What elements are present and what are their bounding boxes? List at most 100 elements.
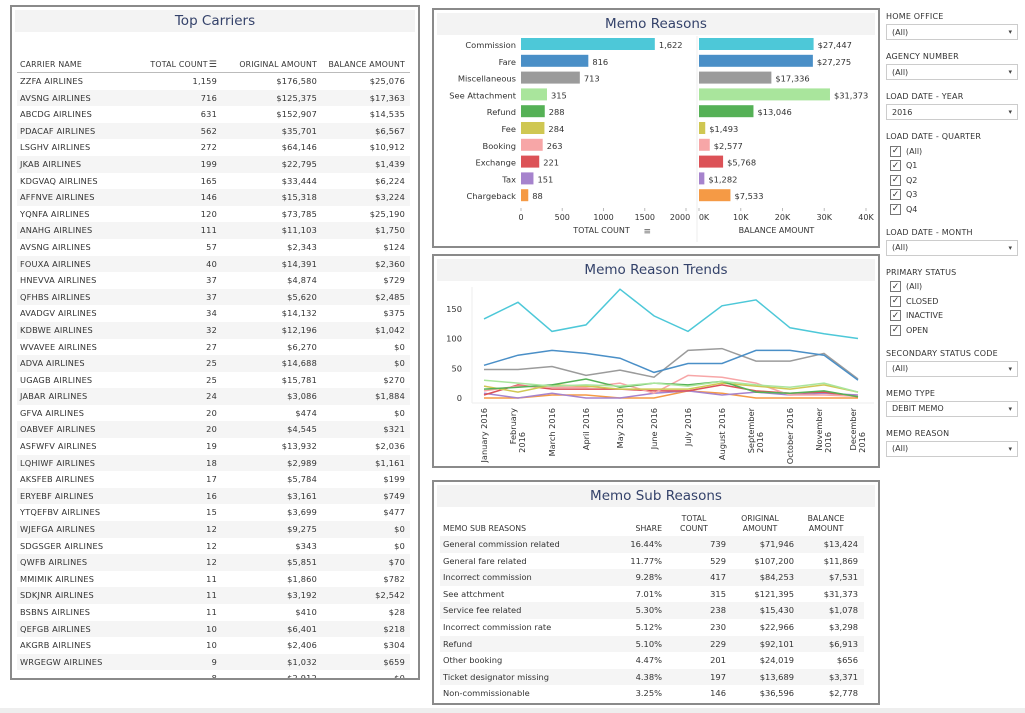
column-header-total-count[interactable]: TOTAL COUNT <box>662 514 726 534</box>
count-bar[interactable] <box>521 71 580 84</box>
table-row[interactable]: 8 $2,912 $0 <box>17 670 410 678</box>
table-row[interactable]: OABVEF AIRLINES 20 $4,545 $321 <box>17 421 410 439</box>
checkbox-checked-icon[interactable]: ✓ <box>890 310 901 322</box>
balance-bar[interactable] <box>699 138 710 151</box>
series-line-commission[interactable] <box>483 288 859 340</box>
table-row[interactable]: JKAB AIRLINES 199 $22,795 $1,439 <box>17 155 410 173</box>
checkbox-checked-icon[interactable]: ✓ <box>890 174 901 186</box>
load-date-quarter-option[interactable]: ✓ Q1 <box>886 159 1018 174</box>
balance-bar[interactable] <box>699 105 754 118</box>
table-row[interactable]: ADVA AIRLINES 25 $14,688 $0 <box>17 355 410 372</box>
balance-bar[interactable] <box>699 38 814 50</box>
table-row[interactable]: WJEFGA AIRLINES 12 $9,275 $0 <box>17 521 410 538</box>
column-header-original-amount[interactable]: ORIGINAL AMOUNT <box>726 514 794 534</box>
count-bar[interactable] <box>521 189 529 202</box>
table-row[interactable]: Incorrect commission rate 5.12% 230 $22,966… <box>440 619 864 636</box>
load-date-year-dropdown[interactable]: 2016 ▾ <box>886 104 1018 120</box>
table-row[interactable]: Other booking 4.47% 201 $24,019 $656 <box>440 652 864 669</box>
load-date-month-dropdown[interactable]: (All) ▾ <box>886 239 1018 256</box>
checkbox-checked-icon[interactable]: ✓ <box>890 324 901 336</box>
table-row[interactable]: ABCDG AIRLINES 631 $152,907 $14,535 <box>17 106 410 123</box>
column-header-carrier-name[interactable]: CARRIER NAME <box>17 57 137 72</box>
checkbox-checked-icon[interactable]: ✓ <box>890 281 901 293</box>
table-row[interactable]: BSBNS AIRLINES 11 $410 $28 <box>17 604 410 621</box>
load-date-quarter-option[interactable]: ✓ Q3 <box>886 188 1018 203</box>
agency-number-dropdown[interactable]: (All) ▾ <box>886 64 1018 80</box>
count-bar[interactable] <box>521 38 655 50</box>
primary-status-option[interactable]: ✓ OPEN <box>886 323 1018 338</box>
table-row[interactable]: YTQEFBV AIRLINES 15 $3,699 $477 <box>17 504 410 521</box>
balance-bar[interactable] <box>699 189 731 202</box>
table-row[interactable]: FOUXA AIRLINES 40 $14,391 $2,360 <box>17 255 410 273</box>
table-row[interactable]: AKSFEB AIRLINES 17 $5,784 $199 <box>17 471 410 488</box>
table-row[interactable]: SDKJNR AIRLINES 11 $3,192 $2,542 <box>17 587 410 604</box>
count-bar[interactable] <box>521 122 545 134</box>
checkbox-checked-icon[interactable]: ✓ <box>890 203 901 215</box>
table-row[interactable]: PDACAF AIRLINES 562 $35,701 $6,567 <box>17 122 410 140</box>
column-header-balance-amount[interactable]: BALANCE AMOUNT <box>794 514 858 534</box>
table-row[interactable]: Non-commissionable 3.25% 146 $36,596 $2,778 <box>440 685 864 702</box>
column-header-share[interactable]: SHARE <box>610 524 663 534</box>
table-row[interactable]: AVSNG AIRLINES 57 $2,343 $124 <box>17 239 410 256</box>
memo-type-dropdown[interactable]: DEBIT MEMO ▾ <box>886 400 1018 417</box>
column-header-total-count[interactable]: TOTAL COUNT☰ <box>137 57 217 72</box>
table-row[interactable]: General commission related 16.44% 739 $71,9… <box>440 536 864 553</box>
sort-descending-icon[interactable]: ≡ <box>644 227 652 237</box>
balance-bar[interactable] <box>699 155 724 168</box>
table-row[interactable]: ZZFA AIRLINES 1,159 $176,580 $25,076 <box>17 73 410 90</box>
table-row[interactable]: WRGEGW AIRLINES 9 $1,032 $659 <box>17 653 410 671</box>
count-bar[interactable] <box>521 172 534 185</box>
table-row[interactable]: LSGHV AIRLINES 272 $64,146 $10,912 <box>17 139 410 156</box>
table-row[interactable]: ASFWFV AIRLINES 19 $13,932 $2,036 <box>17 438 410 455</box>
table-row[interactable]: AVSNG AIRLINES 716 $125,375 $17,363 <box>17 89 410 107</box>
table-row[interactable]: ERYEBF AIRLINES 16 $3,161 $749 <box>17 487 410 505</box>
table-row[interactable]: KDGVAQ AIRLINES 165 $33,444 $6,224 <box>17 173 410 190</box>
home-office-dropdown[interactable]: (All) ▾ <box>886 24 1018 40</box>
count-bar[interactable] <box>521 88 547 101</box>
checkbox-checked-icon[interactable]: ✓ <box>890 145 901 157</box>
table-row[interactable]: Ticket designator missing 4.38% 197 $13,689… <box>440 668 864 686</box>
table-row[interactable]: QEFGB AIRLINES 10 $6,401 $218 <box>17 620 410 638</box>
table-row[interactable]: KDBWE AIRLINES 32 $12,196 $1,042 <box>17 321 410 339</box>
primary-status-option[interactable]: ✓ (All) <box>886 280 1018 295</box>
balance-bar[interactable] <box>699 122 706 134</box>
column-header-memo-sub-reason[interactable]: MEMO SUB REASONS <box>440 524 610 534</box>
secondary-status-code-dropdown[interactable]: (All) ▾ <box>886 360 1018 377</box>
bottom-scrollbar[interactable] <box>0 708 1025 713</box>
count-bar[interactable] <box>521 54 589 67</box>
series-line-miscellaneous[interactable] <box>484 347 859 380</box>
table-row[interactable]: SDGSGER AIRLINES 12 $343 $0 <box>17 538 410 555</box>
table-row[interactable]: MMIMIK AIRLINES 11 $1,860 $782 <box>17 571 410 588</box>
table-row[interactable]: QWFB AIRLINES 12 $5,851 $70 <box>17 554 410 571</box>
primary-status-option[interactable]: ✓ CLOSED <box>886 294 1018 309</box>
balance-bar[interactable] <box>699 54 813 67</box>
memo-reason-dropdown[interactable]: (All) ▾ <box>886 440 1018 457</box>
load-date-quarter-option[interactable]: ✓ Q4 <box>886 202 1018 217</box>
checkbox-checked-icon[interactable]: ✓ <box>890 295 901 307</box>
table-row[interactable]: UGAGB AIRLINES 25 $15,781 $270 <box>17 372 410 389</box>
count-bar[interactable] <box>521 105 545 118</box>
column-header-balance-amount[interactable]: BALANCE AMOUNT <box>317 57 405 72</box>
table-row[interactable]: AFFNVE AIRLINES 146 $15,318 $3,224 <box>17 189 410 206</box>
balance-bar[interactable] <box>699 71 772 84</box>
balance-bar[interactable] <box>699 172 705 185</box>
count-bar[interactable] <box>521 138 543 151</box>
table-row[interactable]: YQNFA AIRLINES 120 $73,785 $25,190 <box>17 206 410 223</box>
table-row[interactable]: QFHBS AIRLINES 37 $5,620 $2,485 <box>17 288 410 306</box>
series-line-fare[interactable] <box>483 349 859 381</box>
load-date-quarter-option[interactable]: ✓ Q2 <box>886 173 1018 188</box>
column-header-original-amount[interactable]: ORIGINAL AMOUNT <box>217 57 317 72</box>
table-row[interactable]: AKGRB AIRLINES 10 $2,406 $304 <box>17 637 410 654</box>
table-row[interactable]: ANAHG AIRLINES 111 $11,103 $1,750 <box>17 222 410 239</box>
table-row[interactable]: Refund 5.10% 229 $92,101 $6,913 <box>440 635 864 653</box>
checkbox-checked-icon[interactable]: ✓ <box>890 160 901 172</box>
table-row[interactable]: WVAVEE AIRLINES 27 $6,270 $0 <box>17 339 410 356</box>
primary-status-option[interactable]: ✓ INACTIVE <box>886 309 1018 324</box>
table-row[interactable]: JABAR AIRLINES 24 $3,086 $1,884 <box>17 388 410 405</box>
table-row[interactable]: See attchment 7.01% 315 $121,395 $31,373 <box>440 586 864 603</box>
count-bar[interactable] <box>521 155 540 168</box>
table-row[interactable]: Service fee related 5.30% 238 $15,430 $1,078 <box>440 602 864 619</box>
table-row[interactable]: LQHIWF AIRLINES 18 $2,989 $1,161 <box>17 454 410 472</box>
checkbox-checked-icon[interactable]: ✓ <box>890 189 901 201</box>
table-row[interactable]: HNEVVA AIRLINES 37 $4,874 $729 <box>17 272 410 289</box>
